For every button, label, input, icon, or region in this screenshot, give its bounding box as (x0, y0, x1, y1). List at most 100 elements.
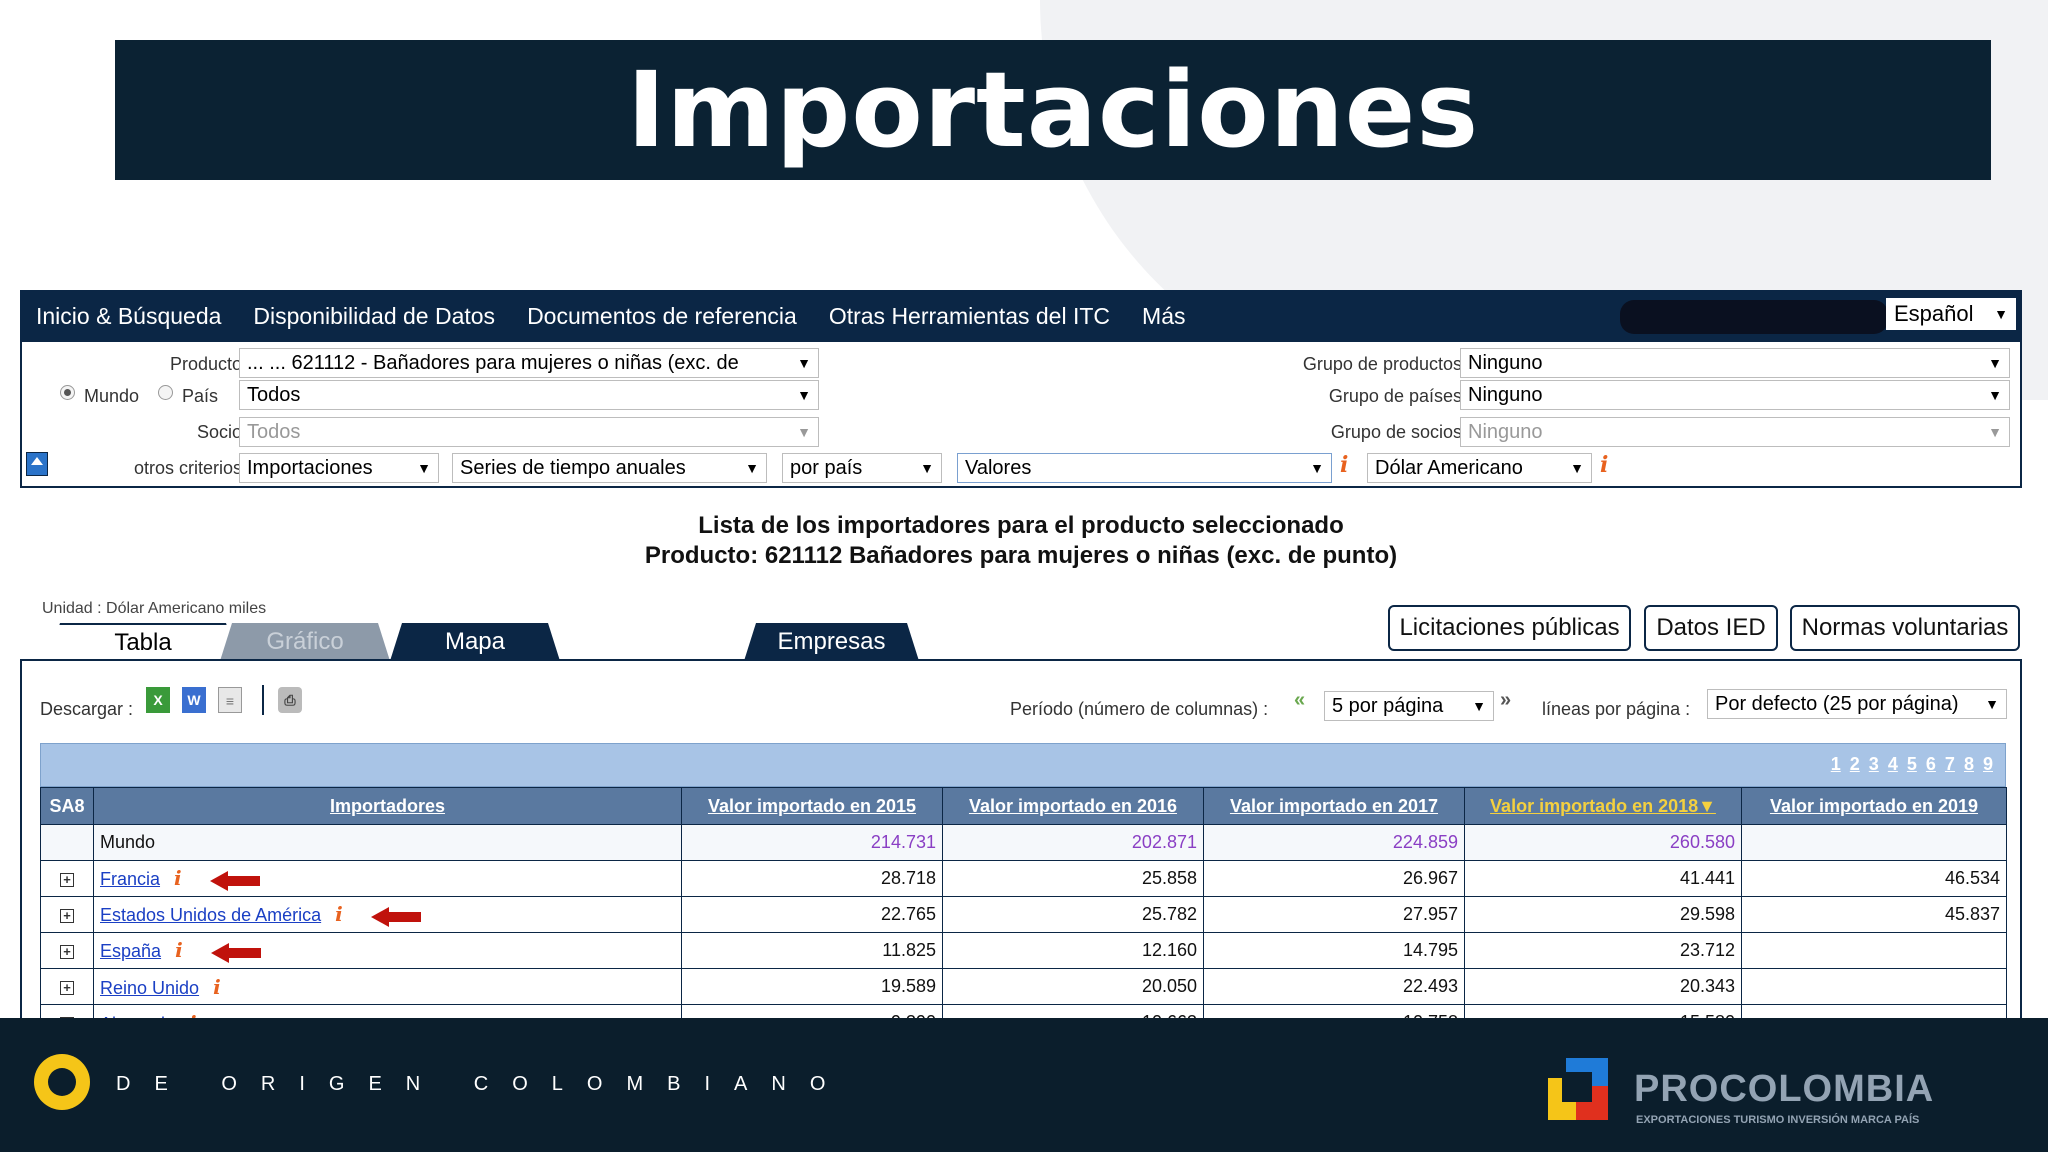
normas-button[interactable]: Normas voluntarias (1790, 605, 2020, 651)
table-header-row: SA8 Importadores Valor importado en 2015… (40, 787, 2007, 825)
grupo-productos-value: Ninguno (1468, 352, 1543, 374)
nav-documentos[interactable]: Documentos de referencia (527, 303, 797, 330)
info-icon[interactable]: i (335, 902, 343, 926)
procolombia-brand: PROCOLOMBIA (1634, 1068, 1935, 1110)
home-icon[interactable] (26, 452, 48, 476)
chevron-down-icon: ▼ (1472, 698, 1486, 714)
footer: DE ORIGEN COLOMBIANO PROCOLOMBIA EXPORTA… (0, 1018, 2048, 1152)
table-row-world: Mundo 214.731 202.871 224.859 260.580 (40, 824, 2007, 861)
value-cell: 28.718 (681, 860, 943, 897)
value-cell: 27.957 (1203, 896, 1465, 933)
info-icon[interactable]: i (1340, 452, 1348, 478)
word-icon[interactable]: W (182, 687, 206, 713)
chevron-down-icon: ▼ (745, 460, 759, 476)
print-icon[interactable]: ⎙ (278, 687, 302, 713)
page-link[interactable]: 8 (1964, 754, 1974, 774)
descargar-label: Descargar : (40, 699, 134, 719)
page-link[interactable]: 5 (1907, 754, 1917, 774)
header-2018[interactable]: Valor importado en 2018▼ (1464, 787, 1742, 825)
nav-herramientas[interactable]: Otras Herramientas del ITC (829, 303, 1110, 330)
list-title: Lista de los importadores para el produc… (698, 512, 1344, 539)
importer-link[interactable]: Reino Unido (100, 978, 199, 998)
value-cell (1741, 824, 2007, 861)
value-cell: 45.837 (1741, 896, 2007, 933)
lineas-label: líneas por página : (1542, 699, 1691, 719)
tab-tabla[interactable]: Tabla (48, 623, 238, 661)
language-select[interactable]: Español ▼ (1886, 298, 2016, 330)
text-file-icon[interactable]: ≡ (218, 687, 242, 713)
header-2015[interactable]: Valor importado en 2015 (681, 787, 943, 825)
flujo-select[interactable]: Importaciones ▼ (239, 453, 439, 483)
importer-link[interactable]: Francia (100, 869, 160, 889)
header-importadores[interactable]: Importadores (93, 787, 682, 825)
periodo-select[interactable]: 5 por página ▼ (1324, 691, 1494, 721)
tab-empresas[interactable]: Empresas (744, 623, 919, 661)
page-link[interactable]: 6 (1926, 754, 1936, 774)
moneda-select[interactable]: Dólar Americano ▼ (1367, 453, 1592, 483)
info-icon[interactable]: i (213, 975, 221, 999)
page-link[interactable]: 4 (1888, 754, 1898, 774)
header-2019[interactable]: Valor importado en 2019 (1741, 787, 2007, 825)
licitaciones-label: Licitaciones públicas (1399, 614, 1620, 641)
mundo-radio[interactable] (60, 385, 75, 400)
value-cell: 29.598 (1464, 896, 1742, 933)
pais-value: Todos (247, 384, 301, 406)
expand-icon[interactable]: + (60, 945, 74, 959)
expand-cell: + (40, 968, 94, 1005)
page-link[interactable]: 3 (1869, 754, 1879, 774)
page-link[interactable]: 1 (1831, 754, 1841, 774)
expand-icon[interactable]: + (60, 873, 74, 887)
info-icon[interactable]: i (1600, 452, 1608, 478)
grupo-socios-label: Grupo de socios (1330, 422, 1462, 442)
footer-tagline: DE ORIGEN COLOMBIANO (116, 1073, 850, 1095)
importer-cell: España i (93, 932, 682, 969)
nav-inicio[interactable]: Inicio & Búsqueda (36, 303, 221, 330)
top-nav: Inicio & Búsqueda Disponibilidad de Dato… (20, 290, 2022, 342)
expand-cell: + (40, 896, 94, 933)
next-columns-icon[interactable]: » (1500, 689, 1511, 712)
importer-link[interactable]: España (100, 941, 161, 961)
page-link[interactable]: 7 (1945, 754, 1955, 774)
page-link[interactable]: 2 (1850, 754, 1860, 774)
licitaciones-button[interactable]: Licitaciones públicas (1388, 605, 1631, 651)
nav-mas[interactable]: Más (1142, 303, 1185, 330)
info-icon[interactable]: i (175, 938, 183, 962)
grupo-socios-select: Ninguno ▼ (1460, 417, 2010, 447)
expand-icon[interactable]: + (60, 909, 74, 923)
importer-link[interactable]: Estados Unidos de América (100, 905, 321, 925)
nav-disponibilidad[interactable]: Disponibilidad de Datos (253, 303, 495, 330)
importer-name: Mundo (93, 824, 682, 861)
table-row: + Reino Unido i 19.589 20.050 22.493 20.3… (40, 968, 2007, 1005)
red-arrow-icon (209, 870, 260, 891)
medida-select[interactable]: Valores ▼ (957, 453, 1332, 483)
serie-select[interactable]: Series de tiempo anuales ▼ (452, 453, 767, 483)
prev-columns-icon[interactable]: « (1294, 689, 1305, 712)
importer-cell: Estados Unidos de América i (93, 896, 682, 933)
trademap-screenshot: Inicio & Búsqueda Disponibilidad de Dato… (20, 290, 2022, 1041)
pais-select[interactable]: Todos ▼ (239, 380, 819, 410)
pais-radio[interactable] (158, 385, 173, 400)
grupo-productos-select[interactable]: Ninguno ▼ (1460, 348, 2010, 378)
header-2017[interactable]: Valor importado en 2017 (1203, 787, 1465, 825)
lineas-select[interactable]: Por defecto (25 por página) ▼ (1707, 689, 2007, 719)
info-icon[interactable]: i (174, 866, 182, 890)
value-cell: 11.825 (681, 932, 943, 969)
chevron-down-icon: ▼ (1988, 424, 2002, 440)
chevron-down-icon: ▼ (1985, 696, 1999, 712)
sort-desc-icon: ▼ (1698, 795, 1716, 816)
grupo-paises-select[interactable]: Ninguno ▼ (1460, 380, 2010, 410)
value-cell: 19.589 (681, 968, 943, 1005)
producto-select[interactable]: ... ... 621112 - Bañadores para mujeres … (239, 348, 819, 378)
datos-ied-button[interactable]: Datos IED (1644, 605, 1778, 651)
chevron-down-icon: ▼ (797, 387, 811, 403)
redacted-area (1620, 300, 1888, 334)
header-2016[interactable]: Valor importado en 2016 (942, 787, 1204, 825)
por-select[interactable]: por país ▼ (782, 453, 942, 483)
page-link[interactable]: 9 (1983, 754, 1993, 774)
excel-icon[interactable]: X (146, 687, 170, 713)
normas-label: Normas voluntarias (1801, 614, 2009, 641)
chevron-down-icon: ▼ (797, 424, 811, 440)
value-cell: 14.795 (1203, 932, 1465, 969)
expand-icon[interactable]: + (60, 981, 74, 995)
tab-mapa[interactable]: Mapa (390, 623, 560, 661)
